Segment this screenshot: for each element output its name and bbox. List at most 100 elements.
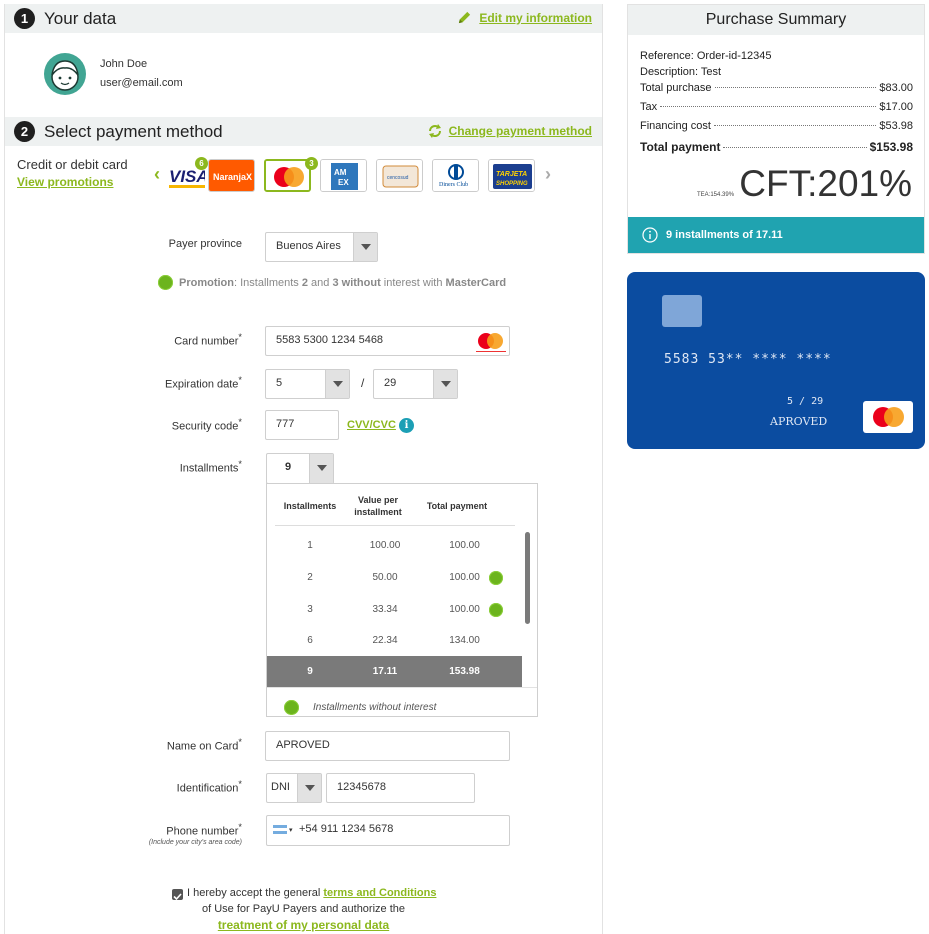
- row-value: 33.34: [372, 604, 398, 615]
- row-total: 134.00: [449, 635, 480, 646]
- svg-text:Diners Club: Diners Club: [439, 182, 468, 188]
- table-scrollbar[interactable]: [525, 532, 530, 624]
- card-number-label: Card number*: [9, 332, 242, 348]
- line-amount: $17.00: [879, 101, 913, 113]
- id-type-select[interactable]: DNI: [266, 773, 322, 803]
- line-label: Total purchase: [640, 82, 712, 94]
- expiration-month-select[interactable]: 5: [265, 369, 350, 399]
- terms-text-line-3: treatment of my personal data: [5, 918, 602, 932]
- card-number-input[interactable]: 5583 5300 1234 5468: [265, 326, 510, 356]
- expiration-date-label-text: Expiration date: [165, 378, 239, 391]
- svg-text:SHOPPING: SHOPPING: [496, 181, 528, 187]
- card-preview-name: APROVED: [770, 415, 828, 428]
- order-reference: Reference: Order-id-12345: [640, 50, 772, 62]
- no-interest-icon: [489, 603, 503, 617]
- argentina-flag-icon[interactable]: [273, 825, 287, 834]
- name-on-card-label: Name on Card*: [9, 737, 242, 753]
- security-code-input[interactable]: 777: [265, 410, 339, 440]
- payment-method-header: 2 Select payment method Change payment m…: [5, 117, 602, 146]
- terms-and-conditions-link[interactable]: terms and Conditions: [323, 887, 436, 899]
- no-interest-legend-icon: [284, 700, 299, 715]
- phone-number-input[interactable]: ▾ +54 911 1234 5678: [266, 815, 510, 846]
- line-label: Financing cost: [640, 120, 711, 132]
- row-total: 153.98: [449, 666, 480, 677]
- expiration-year-value: 29: [384, 377, 397, 389]
- view-promotions-link[interactable]: View promotions: [17, 175, 113, 189]
- phone-number-label-text: Phone number: [166, 825, 239, 838]
- promotion-without: without: [338, 277, 381, 289]
- summary-line-tax: Tax $17.00: [640, 101, 913, 113]
- card-logo-mastercard[interactable]: [264, 159, 311, 192]
- summary-line-financing-cost: Financing cost $53.98: [640, 120, 913, 132]
- promotion-brand: MasterCard: [445, 277, 507, 289]
- card-logo-tarjeta-shopping[interactable]: TARJETA SHOPPING: [488, 159, 535, 192]
- svg-text:EX: EX: [338, 178, 349, 187]
- phone-number-hint: (Include your city's area code): [148, 839, 242, 846]
- card-logo-diners[interactable]: Diners Club: [432, 159, 479, 192]
- table-row[interactable]: 3 33.34 100.00: [267, 594, 522, 625]
- id-number-value: 12345678: [337, 781, 386, 793]
- card-number-label-text: Card number: [174, 335, 239, 348]
- required-mark: *: [238, 779, 242, 789]
- edit-information-link[interactable]: Edit my information: [459, 11, 592, 25]
- card-logo-cencosud[interactable]: cencosud: [376, 159, 423, 192]
- payment-method-title: Select payment method: [44, 122, 223, 141]
- credit-card-preview: 5583 53** **** **** 5 / 29 APROVED: [627, 272, 925, 449]
- installments-table: Installments Value per installment Total…: [266, 483, 538, 717]
- summary-line-total-payment: Total payment $153.98: [640, 140, 913, 154]
- expiration-date-label: Expiration date*: [9, 375, 242, 391]
- chevron-down-icon: [433, 370, 457, 398]
- expiration-month-value: 5: [276, 377, 283, 389]
- name-on-card-label-text: Name on Card: [166, 740, 239, 753]
- change-payment-method-link[interactable]: Change payment method: [428, 124, 592, 138]
- pencil-icon: [459, 11, 471, 24]
- purchase-summary-panel: Purchase Summary Reference: Order-id-123…: [627, 4, 925, 254]
- check-icon: [173, 893, 182, 901]
- table-row[interactable]: 1 100.00 100.00: [267, 530, 522, 561]
- avatar: [44, 53, 86, 95]
- row-installments: 3: [307, 604, 313, 615]
- chevron-down-icon: [325, 370, 349, 398]
- payer-province-value: Buenos Aires: [276, 240, 341, 252]
- total-label: Total payment: [640, 140, 721, 154]
- line-amount: $83.00: [879, 82, 913, 94]
- table-row-selected[interactable]: 9 17.11 153.98: [267, 656, 522, 687]
- svg-text:AM: AM: [334, 168, 347, 177]
- terms-text-line-2: of Use for PayU Payers and authorize the: [202, 903, 405, 915]
- phone-number-label: Phone number*: [9, 822, 242, 838]
- installments-value: 9: [284, 461, 292, 473]
- expiration-year-select[interactable]: 29: [373, 369, 458, 399]
- phone-number-value: +54 911 1234 5678: [299, 823, 394, 835]
- card-badge-mastercard: 3: [305, 157, 318, 170]
- refresh-icon: [428, 124, 441, 138]
- id-number-input[interactable]: 12345678: [326, 773, 475, 803]
- user-face-icon: [51, 60, 79, 91]
- info-icon[interactable]: i: [399, 418, 414, 433]
- required-mark: *: [238, 822, 242, 832]
- name-on-card-input[interactable]: APROVED: [265, 731, 510, 761]
- required-mark: *: [238, 332, 242, 342]
- tea-rate: TEA:154.39%: [697, 192, 735, 198]
- cvv-help-link[interactable]: CVV/CVC: [347, 419, 396, 431]
- installments-label-text: Installments: [179, 462, 239, 475]
- purchase-summary-title: Purchase Summary: [628, 5, 924, 35]
- installments-select[interactable]: 9: [266, 453, 334, 484]
- table-row[interactable]: 6 22.34 134.00: [267, 625, 522, 656]
- your-data-title: Your data: [44, 9, 117, 28]
- chevron-down-icon: [309, 454, 333, 483]
- terms-checkbox[interactable]: [172, 889, 183, 901]
- required-mark: *: [238, 417, 242, 427]
- personal-data-link[interactable]: treatment of my personal data: [218, 918, 389, 932]
- table-row[interactable]: 2 50.00 100.00: [267, 562, 522, 593]
- promotion-text-part: and: [307, 277, 333, 289]
- carousel-next-arrow[interactable]: ›: [545, 164, 551, 185]
- carousel-prev-arrow[interactable]: ‹: [154, 164, 160, 185]
- card-logo-amex[interactable]: AM EX: [320, 159, 367, 192]
- row-value: 22.34: [372, 635, 398, 646]
- card-logo-naranjax[interactable]: NaranjaX: [208, 159, 255, 192]
- info-icon: [642, 227, 658, 243]
- payer-province-select[interactable]: Buenos Aires: [265, 232, 378, 262]
- row-value: 17.11: [372, 666, 398, 677]
- required-mark: *: [238, 375, 242, 385]
- caret-down-icon: ▾: [289, 827, 293, 834]
